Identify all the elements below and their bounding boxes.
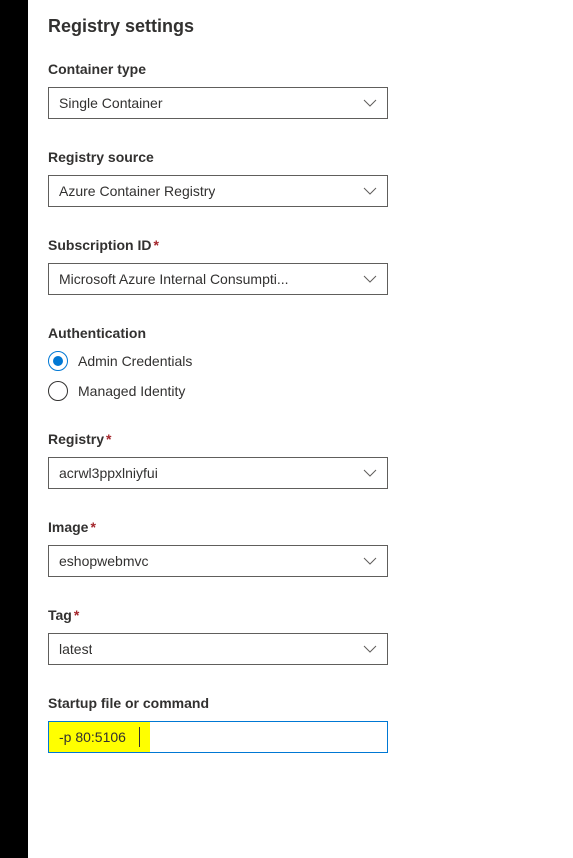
field-tag: Tag* latest	[48, 607, 553, 665]
registry-label-text: Registry	[48, 431, 104, 447]
tag-dropdown[interactable]: latest	[48, 633, 388, 665]
subscription-id-label-text: Subscription ID	[48, 237, 151, 253]
tag-label-text: Tag	[48, 607, 72, 623]
registry-source-label: Registry source	[48, 149, 553, 165]
startup-input[interactable]	[48, 721, 388, 753]
registry-label: Registry*	[48, 431, 553, 447]
registry-value: acrwl3ppxlniyfui	[59, 465, 158, 481]
image-label: Image*	[48, 519, 553, 535]
field-startup: Startup file or command	[48, 695, 553, 753]
radio-circle-icon	[48, 351, 68, 371]
text-cursor	[139, 727, 140, 747]
image-label-text: Image	[48, 519, 88, 535]
subscription-id-value: Microsoft Azure Internal Consumpti...	[59, 271, 289, 287]
required-indicator: *	[153, 237, 158, 253]
tag-label: Tag*	[48, 607, 553, 623]
left-rail	[0, 0, 28, 858]
radio-admin-credentials-label: Admin Credentials	[78, 353, 192, 369]
radio-circle-icon	[48, 381, 68, 401]
subscription-id-label: Subscription ID*	[48, 237, 553, 253]
container-type-dropdown[interactable]: Single Container	[48, 87, 388, 119]
subscription-id-dropdown[interactable]: Microsoft Azure Internal Consumpti...	[48, 263, 388, 295]
image-value: eshopwebmvc	[59, 553, 149, 569]
chevron-down-icon	[363, 186, 377, 196]
field-registry: Registry* acrwl3ppxlniyfui	[48, 431, 553, 489]
page-title: Registry settings	[48, 16, 553, 37]
registry-source-value: Azure Container Registry	[59, 183, 215, 199]
chevron-down-icon	[363, 274, 377, 284]
chevron-down-icon	[363, 468, 377, 478]
radio-managed-identity[interactable]: Managed Identity	[48, 381, 553, 401]
settings-panel: Registry settings Container type Single …	[28, 0, 573, 858]
startup-input-wrapper	[48, 721, 388, 753]
chevron-down-icon	[363, 98, 377, 108]
field-container-type: Container type Single Container	[48, 61, 553, 119]
field-image: Image* eshopwebmvc	[48, 519, 553, 577]
tag-value: latest	[59, 641, 92, 657]
container-type-label: Container type	[48, 61, 553, 77]
required-indicator: *	[106, 431, 111, 447]
registry-source-dropdown[interactable]: Azure Container Registry	[48, 175, 388, 207]
startup-label: Startup file or command	[48, 695, 553, 711]
required-indicator: *	[90, 519, 95, 535]
image-dropdown[interactable]: eshopwebmvc	[48, 545, 388, 577]
chevron-down-icon	[363, 556, 377, 566]
registry-dropdown[interactable]: acrwl3ppxlniyfui	[48, 457, 388, 489]
field-registry-source: Registry source Azure Container Registry	[48, 149, 553, 207]
container-type-value: Single Container	[59, 95, 163, 111]
chevron-down-icon	[363, 644, 377, 654]
authentication-radio-group: Admin Credentials Managed Identity	[48, 351, 553, 401]
required-indicator: *	[74, 607, 79, 623]
field-subscription-id: Subscription ID* Microsoft Azure Interna…	[48, 237, 553, 295]
field-authentication: Authentication Admin Credentials Managed…	[48, 325, 553, 401]
authentication-label: Authentication	[48, 325, 553, 341]
radio-managed-identity-label: Managed Identity	[78, 383, 185, 399]
radio-admin-credentials[interactable]: Admin Credentials	[48, 351, 553, 371]
radio-selected-dot	[53, 356, 63, 366]
